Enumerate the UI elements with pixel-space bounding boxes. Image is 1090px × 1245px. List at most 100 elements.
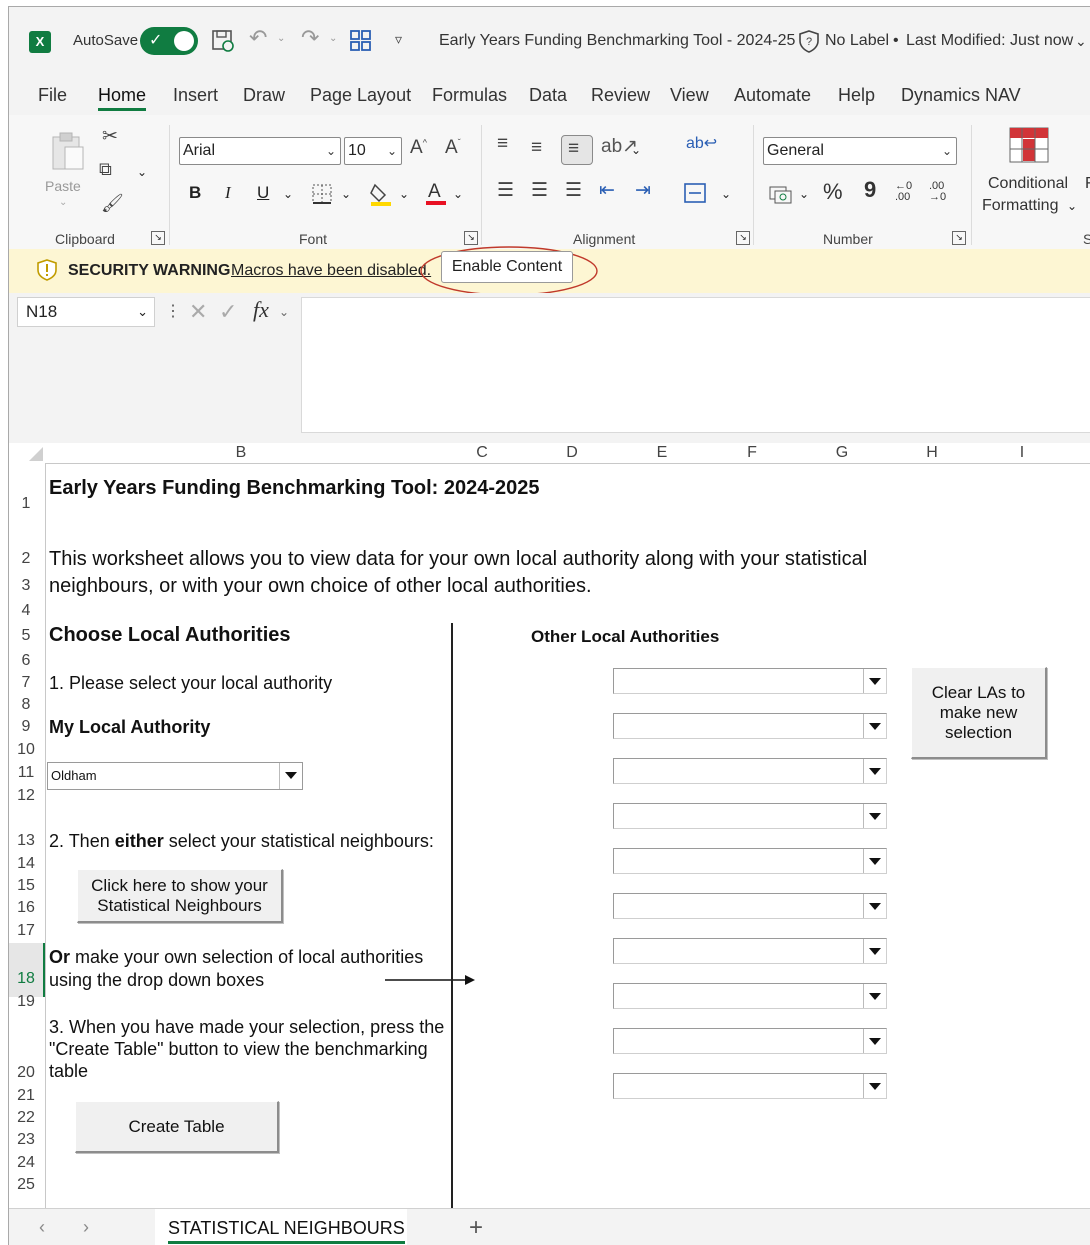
align-center-icon[interactable]: ☰ [531,179,548,202]
other-la-dropdown-9[interactable] [613,1028,887,1054]
chevron-down-icon[interactable]: ⌄ [1075,33,1087,50]
add-sheet-button[interactable]: + [469,1214,483,1242]
format-as-table-label-cut[interactable]: F [1085,175,1090,193]
align-left-icon[interactable]: ☰ [497,179,514,202]
tab-review[interactable]: Review [591,85,650,106]
row-header[interactable]: 11 [9,764,43,782]
copy-icon[interactable]: ⧉ [99,159,112,180]
row-header[interactable]: 25 [9,1176,43,1194]
align-top-icon[interactable]: ≡ [497,133,508,155]
row-header-selected[interactable]: 18 [9,970,43,988]
column-header-f[interactable]: F [707,443,797,463]
tab-page-layout[interactable]: Page Layout [310,85,411,106]
select-all-icon[interactable] [29,447,43,461]
other-la-dropdown-10[interactable] [613,1073,887,1099]
formula-input[interactable] [301,297,1090,433]
underline-button[interactable]: U [257,183,269,203]
insert-function-icon[interactable]: fx [253,297,269,323]
name-box[interactable]: N18 ⌄ [17,297,155,327]
row-header[interactable]: 19 [9,993,43,1011]
enable-content-button[interactable]: Enable Content [441,251,573,283]
row-header[interactable]: 7 [9,674,43,692]
fill-color-icon[interactable] [369,181,393,207]
enter-icon[interactable]: ✓ [219,299,237,325]
row-header[interactable]: 9 [9,718,43,736]
row-header[interactable]: 22 [9,1109,43,1127]
bold-button[interactable]: B [189,183,201,203]
comma-style-button[interactable]: 9 [864,177,876,203]
show-statistical-neighbours-button[interactable]: Click here to show your Statistical Neigh… [77,869,283,923]
dropdown-arrow-icon[interactable] [863,939,886,963]
column-header-i[interactable]: I [977,443,1067,463]
column-header-h[interactable]: H [887,443,977,463]
row-header[interactable]: 23 [9,1131,43,1149]
sensitivity-label[interactable]: No Label [825,32,889,50]
tab-draw[interactable]: Draw [243,85,285,106]
row-header[interactable]: 1 [9,495,43,513]
customize-toolbar-icon[interactable]: ▿ [395,31,402,48]
accounting-dropdown-icon[interactable]: ⌄ [799,187,809,201]
row-header[interactable]: 10 [9,741,43,759]
other-la-dropdown-1[interactable] [613,668,887,694]
row-header[interactable]: 21 [9,1087,43,1105]
clear-las-button[interactable]: Clear LAs to make new selection [911,667,1047,759]
macros-disabled-link[interactable]: Macros have been disabled. [231,262,431,280]
fx-dropdown-icon[interactable]: ⌄ [279,305,289,319]
dropdown-arrow-icon[interactable] [863,894,886,918]
dropdown-arrow-icon[interactable] [863,714,886,738]
tab-insert[interactable]: Insert [173,85,218,106]
cancel-icon[interactable]: ✕ [189,299,207,325]
accounting-format-icon[interactable] [769,183,793,205]
tab-help[interactable]: Help [838,85,875,106]
paste-icon[interactable] [49,131,87,173]
undo-dropdown-icon[interactable]: ⌄ [277,33,285,44]
decrease-indent-icon[interactable]: ⇤ [599,179,615,202]
dropdown-arrow-icon[interactable] [863,804,886,828]
dropdown-arrow-icon[interactable] [863,759,886,783]
row-header[interactable]: 13 [9,832,43,850]
number-launcher-icon[interactable]: ↘ [952,231,966,245]
tab-data[interactable]: Data [529,85,567,106]
increase-indent-icon[interactable]: ⇥ [635,179,651,202]
other-la-dropdown-2[interactable] [613,713,887,739]
fill-color-dropdown-icon[interactable]: ⌄ [399,187,409,201]
conditional-dropdown-icon[interactable]: ⌄ [1067,199,1077,213]
dropdown-arrow-icon[interactable] [863,669,886,693]
conditional-formatting-label-2[interactable]: Formatting [982,197,1058,215]
conditional-formatting-icon[interactable] [1009,127,1049,163]
borders-dropdown-icon[interactable]: ⌄ [341,187,351,201]
dropdown-arrow-icon[interactable] [863,1074,886,1098]
save-icon[interactable] [211,29,235,53]
increase-decimal-icon[interactable]: ←0.00 [895,181,912,203]
row-header[interactable]: 15 [9,877,43,895]
layout-grid-icon[interactable] [349,29,373,53]
redo-icon[interactable]: ↷ [301,25,319,51]
tab-view[interactable]: View [670,85,709,106]
tab-file[interactable]: File [38,85,67,106]
create-table-button[interactable]: Create Table [75,1101,279,1153]
clipboard-launcher-icon[interactable]: ↘ [151,231,165,245]
row-header[interactable]: 24 [9,1154,43,1172]
format-painter-icon[interactable]: 🖌 [101,193,124,214]
row-header[interactable]: 17 [9,922,43,940]
column-header-b[interactable]: B [45,443,437,463]
row-header[interactable]: 6 [9,652,43,670]
other-la-dropdown-6[interactable] [613,893,887,919]
percent-style-button[interactable]: % [823,179,843,205]
column-header-g[interactable]: G [797,443,887,463]
dropdown-arrow-icon[interactable] [863,849,886,873]
dropdown-arrow-icon[interactable] [863,984,886,1008]
alignment-launcher-icon[interactable]: ↘ [736,231,750,245]
copy-dropdown-icon[interactable]: ⌄ [137,165,147,179]
scroll-right-icon[interactable]: › [83,1217,89,1238]
merge-center-icon[interactable] [684,183,706,203]
row-header[interactable]: 8 [9,696,43,714]
autosave-toggle[interactable]: ✓ [140,27,198,55]
tab-dynamics-nav[interactable]: Dynamics NAV [901,85,1021,106]
align-bottom-button[interactable]: ≡ [561,135,593,165]
redo-dropdown-icon[interactable]: ⌄ [329,33,337,44]
my-la-dropdown[interactable]: Oldham [47,762,303,790]
more-options-icon[interactable]: ⋮ [165,301,181,321]
cut-icon[interactable]: ✂ [102,125,118,148]
orientation-dropdown-icon[interactable]: ⌄ [631,143,641,157]
